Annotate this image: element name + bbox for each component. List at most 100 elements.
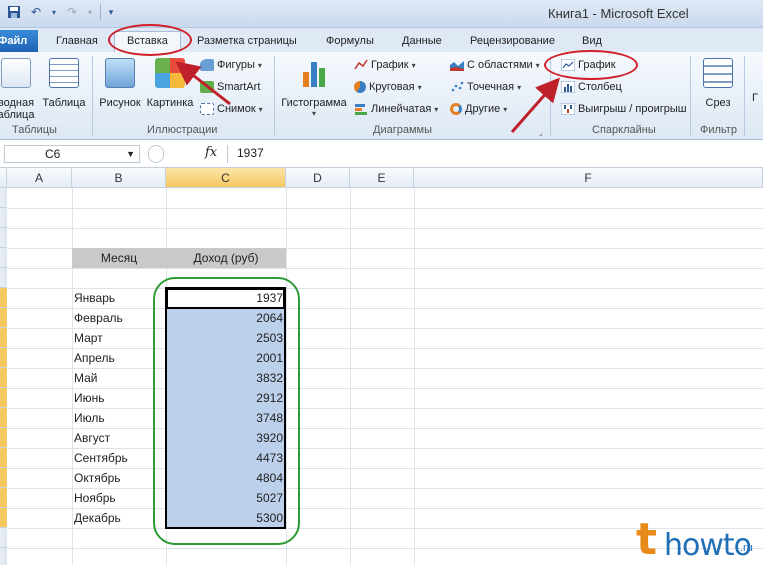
chevron-down-icon: ▾ bbox=[257, 60, 262, 70]
bar-chart-button[interactable]: Линейчатая ▾ bbox=[354, 103, 438, 115]
pivot-label-2: аблица bbox=[0, 109, 35, 121]
tab-review[interactable]: Рецензирование bbox=[470, 32, 555, 52]
tab-data[interactable]: Данные bbox=[402, 32, 442, 52]
row-header[interactable] bbox=[0, 508, 7, 528]
smartart-label: SmartArt bbox=[217, 81, 261, 93]
row-header[interactable] bbox=[0, 208, 7, 228]
area-chart-label: С областями bbox=[467, 59, 533, 71]
column-header-f[interactable]: F bbox=[414, 168, 763, 188]
chevron-down-icon: ▾ bbox=[417, 82, 422, 92]
row-header[interactable] bbox=[0, 308, 7, 328]
pivot-table-button[interactable]: водная аблица bbox=[0, 58, 36, 121]
quick-access-toolbar: ↶ ▾ ↷ ▾ ▾ bbox=[6, 4, 115, 20]
bar-chart-label: Линейчатая bbox=[371, 103, 432, 115]
row-header[interactable] bbox=[0, 368, 7, 388]
chevron-down-icon[interactable]: ▼ bbox=[126, 146, 135, 162]
row-header[interactable] bbox=[0, 328, 7, 348]
sparkline-column-button[interactable]: Столбец bbox=[561, 81, 622, 93]
divider bbox=[92, 56, 93, 136]
column-header-a[interactable]: A bbox=[7, 168, 72, 188]
clipart-label: Картинка bbox=[146, 97, 194, 109]
select-all-corner[interactable] bbox=[0, 168, 7, 188]
column-header-b[interactable]: B bbox=[72, 168, 166, 188]
highlight-oval-insert-tab bbox=[108, 24, 192, 56]
hyperlink-button[interactable]: Г bbox=[752, 92, 758, 104]
sparkline-winloss-label: Выигрыш / проигрыш bbox=[578, 103, 687, 115]
row-header[interactable] bbox=[0, 448, 7, 468]
logo-text: howto bbox=[664, 528, 752, 563]
howto-logo: t howto .ru bbox=[636, 514, 760, 565]
gridline bbox=[72, 188, 73, 565]
screenshot-icon bbox=[200, 103, 214, 115]
slicer-button[interactable]: Срез bbox=[696, 58, 740, 109]
column-header-e[interactable]: E bbox=[350, 168, 414, 188]
divider bbox=[100, 4, 101, 20]
row-header[interactable] bbox=[0, 468, 7, 488]
gridline bbox=[7, 208, 763, 209]
histogram-label: Гистограмма bbox=[281, 97, 347, 109]
name-box-value: C6 bbox=[45, 147, 61, 161]
sparkline-winloss-button[interactable]: Выигрыш / проигрыш bbox=[561, 103, 687, 115]
smartart-button[interactable]: SmartArt bbox=[200, 81, 260, 93]
scatter-chart-label: Точечная bbox=[467, 81, 515, 93]
save-icon[interactable] bbox=[6, 4, 22, 20]
row-header[interactable] bbox=[0, 288, 7, 308]
pie-chart-button[interactable]: Круговая ▾ bbox=[354, 81, 422, 93]
tab-formulas[interactable]: Формулы bbox=[326, 32, 374, 52]
header-month[interactable]: Месяц bbox=[72, 248, 166, 268]
smartart-icon bbox=[200, 81, 214, 93]
formula-bar-handle[interactable] bbox=[148, 145, 164, 163]
formula-bar: C6 ▼ fx 1937 bbox=[0, 140, 763, 168]
row-header[interactable] bbox=[0, 348, 7, 368]
row-header[interactable] bbox=[0, 248, 7, 268]
gridline bbox=[350, 188, 351, 565]
row-header[interactable] bbox=[0, 428, 7, 448]
row-header[interactable] bbox=[0, 548, 7, 565]
sparkline-column-label: Столбец bbox=[578, 81, 622, 93]
screenshot-button[interactable]: Снимок ▾ bbox=[200, 103, 263, 115]
tab-page-layout[interactable]: Разметка страницы bbox=[197, 32, 297, 52]
table-button[interactable]: Таблица bbox=[42, 58, 86, 109]
column-header-c[interactable]: C bbox=[166, 168, 286, 188]
picture-button[interactable]: Рисунок bbox=[98, 58, 142, 109]
scatter-chart-button[interactable]: Точечная ▾ bbox=[450, 81, 521, 93]
clipart-button[interactable]: Картинка bbox=[145, 58, 195, 109]
pie-chart-label: Круговая bbox=[369, 81, 415, 93]
row-header[interactable] bbox=[0, 488, 7, 508]
row-header[interactable] bbox=[0, 228, 7, 248]
line-chart-button[interactable]: График ▾ bbox=[354, 59, 416, 71]
formula-input[interactable]: 1937 bbox=[227, 145, 763, 163]
undo-icon[interactable]: ↶ bbox=[28, 4, 44, 20]
area-chart-button[interactable]: С областями ▾ bbox=[450, 59, 540, 71]
divider bbox=[274, 56, 275, 136]
header-income[interactable]: Доход (руб) bbox=[166, 248, 286, 268]
other-charts-button[interactable]: Другие ▾ bbox=[450, 103, 507, 115]
row-header[interactable] bbox=[0, 408, 7, 428]
tab-home[interactable]: Главная bbox=[56, 32, 98, 52]
shapes-button[interactable]: Фигуры ▾ bbox=[200, 59, 262, 71]
tab-view[interactable]: Вид bbox=[582, 32, 602, 52]
row-header[interactable] bbox=[0, 388, 7, 408]
pivot-label-1: водная bbox=[0, 97, 35, 109]
customize-toolbar-icon[interactable]: ▾ bbox=[107, 4, 115, 20]
row-header[interactable] bbox=[0, 528, 7, 548]
ribbon-insert: водная аблица Таблица Таблицы Рисунок Ка… bbox=[0, 52, 763, 140]
insert-function-icon[interactable]: fx bbox=[205, 145, 217, 160]
clipart-icon bbox=[155, 58, 185, 88]
tab-file[interactable]: Файл bbox=[0, 30, 38, 52]
shapes-icon bbox=[200, 59, 214, 71]
row-header[interactable] bbox=[0, 268, 7, 288]
redo-icon[interactable]: ↷ bbox=[64, 4, 80, 20]
chevron-down-icon: ▾ bbox=[311, 109, 316, 118]
row-header[interactable] bbox=[0, 188, 7, 208]
divider bbox=[744, 56, 745, 136]
chevron-down-icon[interactable]: ▾ bbox=[86, 4, 94, 20]
chevron-down-icon[interactable]: ▾ bbox=[50, 4, 58, 20]
window-title: Книга1 - Microsoft Excel bbox=[548, 6, 689, 21]
dialog-launcher-icon[interactable]: ⌟ bbox=[539, 128, 543, 137]
name-box[interactable]: C6 ▼ bbox=[4, 145, 140, 163]
bar-chart-icon bbox=[355, 104, 367, 115]
column-header-d[interactable]: D bbox=[286, 168, 350, 188]
slicer-icon bbox=[703, 58, 733, 88]
histogram-button[interactable]: Гистограмма ▾ bbox=[279, 58, 349, 118]
